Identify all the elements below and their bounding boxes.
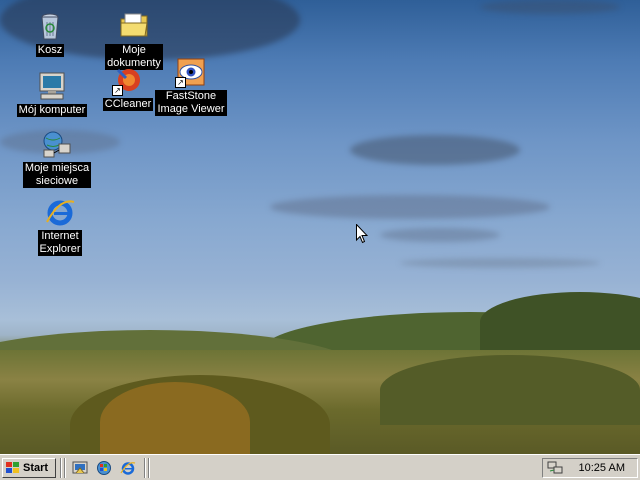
network-places-icon [41,128,73,160]
desktop-icon-label: Internet Explorer [37,230,83,256]
taskbar: Start 10:25 AM [0,454,640,480]
ccleaner-icon: ↗ [112,64,144,96]
windows-update-icon[interactable] [96,460,112,476]
desktop-icon-label: Moje miejsca sieciowe [22,162,92,188]
desktop-icon-label: FastStone Image Viewer [155,90,227,116]
faststone-icon: ↗ [175,56,207,88]
show-desktop-icon[interactable] [72,460,88,476]
desktop-background[interactable]: Kosz Moje dokumenty Mój komputer ↗ CClea… [0,0,640,454]
recycle-bin-icon [34,10,66,42]
desktop-icon-internet-explorer[interactable]: Internet Explorer [20,196,100,256]
desktop-icon-recycle-bin[interactable]: Kosz [10,10,90,57]
start-label: Start [23,462,49,474]
desktop-icon-faststone[interactable]: ↗ FastStone Image Viewer [151,56,231,116]
start-button[interactable]: Start [2,458,56,478]
taskbar-separator [144,458,146,478]
mouse-cursor-icon [356,224,368,244]
windows-logo-icon [6,462,19,473]
desktop-icon-network-places[interactable]: Moje miejsca sieciowe [17,128,97,188]
taskbar-separator [60,458,62,478]
clock[interactable]: 10:25 AM [579,462,625,474]
computer-icon [36,70,68,102]
internet-explorer-icon [44,196,76,228]
taskbar-separator [64,458,66,478]
desktop-icon-label: CCleaner [102,98,154,111]
shortcut-arrow-icon: ↗ [175,77,186,88]
shortcut-arrow-icon: ↗ [112,85,123,96]
desktop-icon-label: Mój komputer [16,104,88,117]
desktop-icon-label: Kosz [35,44,65,57]
desktop-icon-my-computer[interactable]: Mój komputer [12,70,92,117]
internet-explorer-icon[interactable] [120,460,136,476]
network-tray-icon[interactable] [547,461,563,475]
taskbar-separator [148,458,150,478]
system-tray: 10:25 AM [542,458,638,478]
folder-icon [118,10,150,42]
